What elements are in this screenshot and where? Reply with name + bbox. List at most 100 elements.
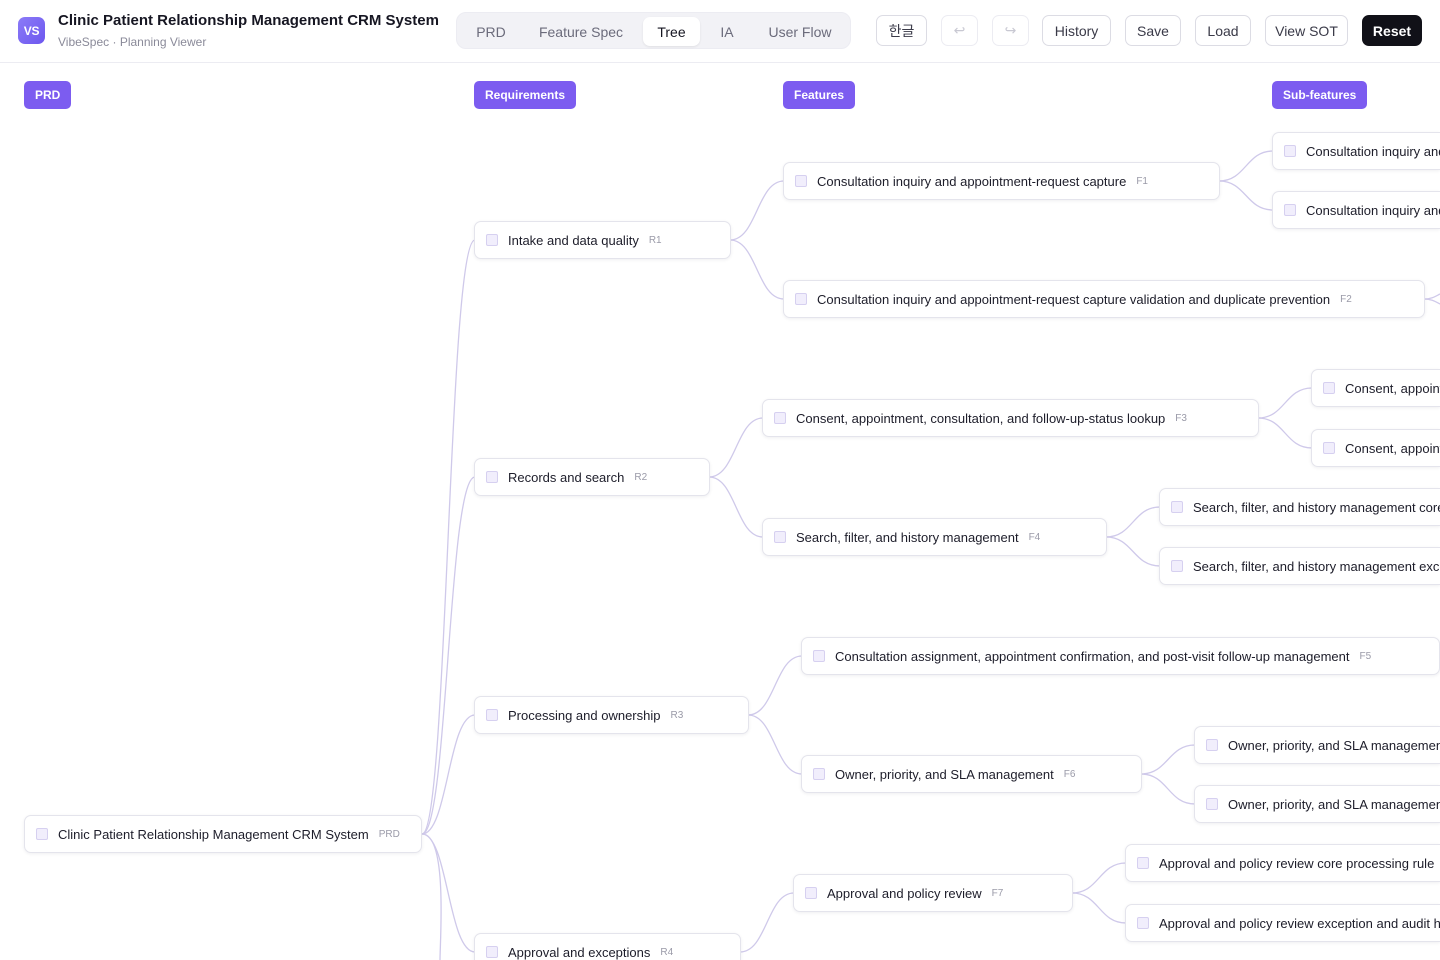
- node-checkbox[interactable]: [795, 293, 807, 305]
- node-code: PRD: [378, 828, 400, 840]
- node-code: F6: [1063, 768, 1076, 780]
- node-label: Consent, appointment, consultation, and …: [1345, 380, 1440, 396]
- node-label: Consent, appointment, consultation, and …: [1345, 440, 1440, 456]
- node-checkbox[interactable]: [1284, 145, 1296, 157]
- node-checkbox[interactable]: [486, 234, 498, 246]
- node-checkbox[interactable]: [1171, 560, 1183, 572]
- node-label: Intake and data quality: [508, 232, 639, 248]
- tree-node-subfeature[interactable]: Approval and policy review exception and…: [1125, 904, 1440, 942]
- node-label: Consultation inquiry and appointment-req…: [817, 291, 1331, 307]
- node-label: Approval and policy review: [827, 885, 982, 901]
- node-label: Owner, priority, and SLA management exce…: [1228, 796, 1440, 812]
- tree-node-feature[interactable]: Consent, appointment, consultation, and …: [762, 399, 1259, 437]
- node-label: Approval and exceptions: [508, 944, 651, 960]
- node-checkbox[interactable]: [1137, 857, 1149, 869]
- tab-prd[interactable]: PRD: [463, 17, 519, 46]
- node-checkbox[interactable]: [486, 471, 498, 483]
- node-checkbox[interactable]: [805, 887, 817, 899]
- node-checkbox[interactable]: [813, 768, 825, 780]
- redo-icon[interactable]: ↪: [992, 15, 1029, 46]
- node-label: Consultation inquiry and appointment-req…: [817, 173, 1127, 189]
- node-checkbox[interactable]: [795, 175, 807, 187]
- node-checkbox[interactable]: [36, 828, 48, 840]
- tree-node-requirement[interactable]: Processing and ownership R3: [474, 696, 749, 734]
- node-checkbox[interactable]: [774, 412, 786, 424]
- node-checkbox[interactable]: [1137, 917, 1149, 929]
- load-button[interactable]: Load: [1195, 15, 1251, 46]
- node-code: R3: [670, 709, 684, 721]
- tree-node-requirement[interactable]: Approval and exceptions R4: [474, 933, 741, 960]
- tree-node-subfeature[interactable]: Consent, appointment, consultation, and …: [1311, 369, 1440, 407]
- column-header-subfeatures: Sub-features: [1272, 81, 1368, 109]
- tree-node-subfeature[interactable]: Search, filter, and history management c…: [1159, 488, 1440, 526]
- node-label: Search, filter, and history management e…: [1193, 558, 1440, 574]
- app-logo: VS: [18, 17, 45, 44]
- node-checkbox[interactable]: [1284, 204, 1296, 216]
- tree-node-feature[interactable]: Approval and policy review F7: [793, 874, 1073, 912]
- node-code: F1: [1136, 175, 1148, 187]
- project-title: Clinic Patient Relationship Management C…: [58, 12, 439, 29]
- node-label: Approval and policy review exception and…: [1159, 915, 1440, 931]
- tree-node-requirement[interactable]: Intake and data quality R1: [474, 221, 731, 259]
- node-label: Clinic Patient Relationship Management C…: [58, 826, 369, 842]
- undo-icon[interactable]: ↩: [941, 15, 978, 46]
- top-bar: VS Clinic Patient Relationship Managemen…: [0, 0, 1440, 63]
- tab-tree[interactable]: Tree: [643, 17, 700, 46]
- node-label: Consent, appointment, consultation, and …: [796, 410, 1166, 426]
- node-checkbox[interactable]: [774, 531, 786, 543]
- node-code: F4: [1028, 531, 1041, 543]
- node-label: Records and search: [508, 469, 625, 485]
- node-checkbox[interactable]: [813, 650, 825, 662]
- node-label: Owner, priority, and SLA management: [835, 766, 1054, 782]
- tree-node-subfeature[interactable]: Consultation inquiry and appointment-req…: [1272, 132, 1440, 170]
- view-sot-button[interactable]: View SOT: [1265, 15, 1348, 46]
- tree-node-subfeature[interactable]: Owner, priority, and SLA management core…: [1194, 726, 1440, 764]
- tree-node-subfeature[interactable]: Consultation inquiry and appointment-req…: [1272, 191, 1440, 229]
- node-label: Consultation assignment, appointment con…: [835, 648, 1350, 664]
- tree-node-feature[interactable]: Search, filter, and history management F…: [762, 518, 1107, 556]
- language-toggle-button[interactable]: 한글: [876, 15, 927, 46]
- reset-button[interactable]: Reset: [1362, 15, 1422, 46]
- tree-node-subfeature[interactable]: Approval and policy review core processi…: [1125, 844, 1440, 882]
- tree-node-subfeature[interactable]: Consent, appointment, consultation, and …: [1311, 429, 1440, 467]
- node-code: F7: [991, 887, 1004, 899]
- tab-feature-spec[interactable]: Feature Spec: [527, 17, 635, 46]
- node-label: Consultation inquiry and appointment-req…: [1306, 143, 1440, 159]
- node-checkbox[interactable]: [1206, 798, 1218, 810]
- node-checkbox[interactable]: [486, 709, 498, 721]
- node-code: R4: [660, 946, 674, 958]
- tree-node-requirement[interactable]: Records and search R2: [474, 458, 710, 496]
- node-checkbox[interactable]: [1206, 739, 1218, 751]
- node-checkbox[interactable]: [486, 946, 498, 958]
- node-label: Owner, priority, and SLA management core…: [1228, 737, 1440, 753]
- view-tabs: PRD Feature Spec Tree IA User Flow: [456, 12, 851, 49]
- tab-user-flow[interactable]: User Flow: [753, 17, 847, 46]
- node-label: Processing and ownership: [508, 707, 661, 723]
- tree-node-subfeature[interactable]: Owner, priority, and SLA management exce…: [1194, 785, 1440, 823]
- tree-node-feature[interactable]: Consultation assignment, appointment con…: [801, 637, 1440, 675]
- tree-node-subfeature[interactable]: Search, filter, and history management e…: [1159, 547, 1440, 585]
- node-code: F5: [1359, 650, 1372, 662]
- node-code: R2: [634, 471, 648, 483]
- node-label: Approval and policy review core processi…: [1159, 855, 1435, 871]
- history-button[interactable]: History: [1042, 15, 1111, 46]
- app-subtitle: VibeSpec · Planning Viewer: [58, 35, 207, 49]
- tab-ia[interactable]: IA: [709, 17, 745, 46]
- node-label: Search, filter, and history management c…: [1193, 499, 1440, 515]
- save-button[interactable]: Save: [1125, 15, 1181, 46]
- node-label: Consultation inquiry and appointment-req…: [1306, 202, 1440, 218]
- node-checkbox[interactable]: [1323, 442, 1335, 454]
- node-label: Search, filter, and history management: [796, 529, 1019, 545]
- node-checkbox[interactable]: [1171, 501, 1183, 513]
- node-code: F3: [1175, 412, 1187, 424]
- node-checkbox[interactable]: [1323, 382, 1335, 394]
- tree-node-feature[interactable]: Owner, priority, and SLA management F6: [801, 755, 1142, 793]
- tree-node-feature[interactable]: Consultation inquiry and appointment-req…: [783, 162, 1220, 200]
- tree-node-feature[interactable]: Consultation inquiry and appointment-req…: [783, 280, 1425, 318]
- column-header-prd: PRD: [24, 81, 72, 109]
- column-header-features: Features: [783, 81, 856, 109]
- node-code: R1: [648, 234, 662, 246]
- column-header-requirements: Requirements: [474, 81, 577, 109]
- node-code: F2: [1340, 293, 1352, 305]
- tree-node-root[interactable]: Clinic Patient Relationship Management C…: [24, 815, 422, 853]
